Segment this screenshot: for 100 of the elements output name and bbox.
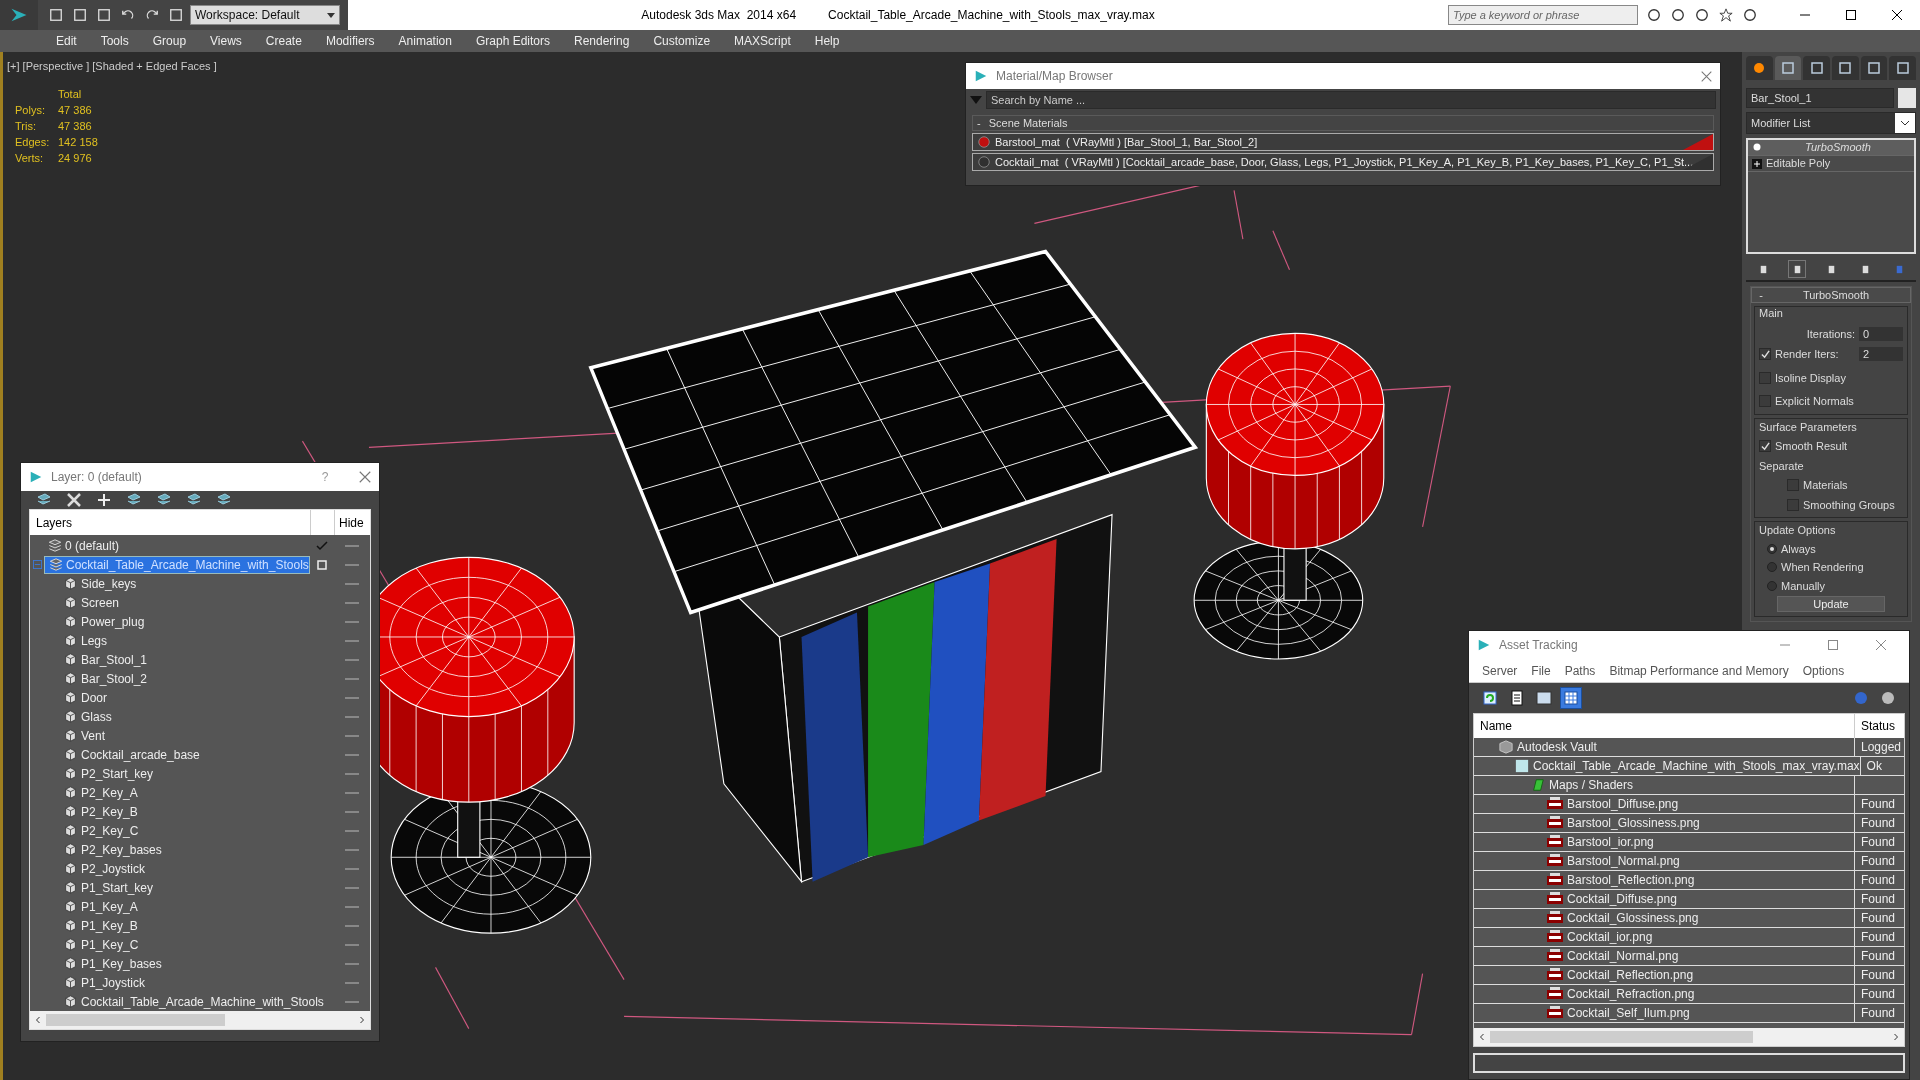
- object-row[interactable]: Screen: [30, 593, 334, 612]
- object-row[interactable]: Legs: [30, 631, 334, 650]
- option-checkbox[interactable]: [1787, 498, 1799, 511]
- iterations-spinner[interactable]: 0: [1859, 326, 1903, 341]
- object-row[interactable]: P2_Start_key: [30, 764, 334, 783]
- object-icon: [64, 824, 77, 837]
- object-row[interactable]: P2_Joystick: [30, 859, 334, 878]
- object-row[interactable]: P1_Start_key: [30, 878, 334, 897]
- add-icon[interactable]: [95, 491, 113, 509]
- menu-item[interactable]: MAXScript: [722, 30, 803, 52]
- update-button[interactable]: Update: [1777, 596, 1885, 612]
- layer-row[interactable]: 0 (default): [44, 536, 310, 555]
- render-iters-checkbox[interactable]: [1759, 348, 1771, 361]
- object-row[interactable]: Side_keys: [30, 574, 334, 593]
- object-row[interactable]: P1_Joystick: [30, 973, 334, 992]
- menu-item[interactable]: Rendering: [562, 30, 642, 52]
- object-row[interactable]: Vent: [30, 726, 334, 745]
- column-header[interactable]: Status: [1854, 714, 1904, 738]
- object-row[interactable]: Power_plug: [30, 612, 334, 631]
- search-field[interactable]: Type a keyword or phrase: [1448, 5, 1638, 25]
- object-icon: [64, 957, 77, 970]
- rollout-header[interactable]: - TurboSmooth: [1751, 287, 1911, 303]
- option-checkbox[interactable]: [1759, 395, 1771, 408]
- scrollbar-thumb[interactable]: [1490, 1031, 1753, 1043]
- object-row[interactable]: P2_Key_C: [30, 821, 334, 840]
- stat-value: 47 386: [58, 103, 92, 118]
- app-menu-button[interactable]: [0, 0, 38, 30]
- object-row[interactable]: Bar_Stool_2: [30, 669, 334, 688]
- menu-item[interactable]: Options: [1795, 661, 1852, 680]
- maps-icon: [1531, 778, 1545, 792]
- option-label: Manually: [1781, 578, 1826, 594]
- object-name-field[interactable]: Bar_Stool_1: [1746, 88, 1894, 108]
- square-icon[interactable]: [317, 559, 327, 570]
- object-row[interactable]: Glass: [30, 707, 334, 726]
- modifier-list-dropdown[interactable]: Modifier List: [1746, 112, 1916, 134]
- object-row[interactable]: Cocktail_Table_Arcade_Machine_with_Stools: [30, 992, 334, 1011]
- delete-icon[interactable]: [65, 491, 83, 509]
- png-file-icon: [1547, 968, 1563, 982]
- object-row[interactable]: P2_Key_bases: [30, 840, 334, 859]
- object-row[interactable]: P1_Key_B: [30, 916, 334, 935]
- material-label: Cocktail_mat ( VRayMtl ) [Cocktail_arcade_base, Door, Glass, Legs, P1_Joystick, P1_Key_A, P1_Key_B, P1_Key_bases, P1_Key_C, P1_St...: [995, 154, 1694, 170]
- radio-button[interactable]: [1767, 580, 1777, 591]
- object-row[interactable]: P1_Key_C: [30, 935, 334, 954]
- layer-row[interactable]: Cocktail_Table_Arcade_Machine_with_Stools: [44, 555, 310, 574]
- stat-label: Polys:: [15, 103, 46, 118]
- option-checkbox[interactable]: [1787, 479, 1799, 492]
- option-checkbox[interactable]: [1759, 371, 1771, 384]
- modifier-stack-item[interactable]: TurboSmooth: [1748, 140, 1914, 156]
- search-field[interactable]: Search by Name ...: [986, 91, 1716, 109]
- smooth-result-checkbox[interactable]: [1759, 440, 1771, 453]
- object-color-swatch[interactable]: [1898, 88, 1916, 108]
- png-file-icon: [1547, 1006, 1563, 1020]
- radio-button[interactable]: [1767, 543, 1777, 554]
- modifier-stack-item[interactable]: Editable Poly: [1748, 156, 1914, 172]
- current-layer-checkmark-icon[interactable]: [316, 540, 328, 551]
- column-header[interactable]: Hide: [334, 510, 370, 535]
- menu-item[interactable]: Modifiers: [313, 30, 387, 52]
- workspace-dropdown[interactable]: Workspace: Default: [190, 5, 340, 25]
- stat-value: 47 386: [58, 119, 92, 134]
- menu-item[interactable]: File: [1524, 661, 1558, 680]
- object-icon: [64, 596, 77, 609]
- status-text: Found: [1861, 872, 1896, 889]
- menu-item[interactable]: Server: [1475, 661, 1525, 680]
- material-row[interactable]: Cocktail_mat ( VRayMtl ) [Cocktail_arcade_base, Door, Glass, Legs, P1_Joystick, P1_Key_A, P1_Key_B, P1_Key_bases, P1_Key_C, P1_St...: [972, 153, 1714, 171]
- menu-item[interactable]: Help: [802, 30, 852, 52]
- object-row[interactable]: Door: [30, 688, 334, 707]
- material-row[interactable]: Barstool_mat ( VRayMtl ) [Bar_Stool_1, Bar_Stool_2]: [972, 133, 1714, 151]
- chevron-down-icon: [1900, 120, 1910, 126]
- app-logo-icon: [974, 69, 988, 83]
- object-icon: [64, 805, 77, 818]
- object-row[interactable]: P2_Key_A: [30, 783, 334, 802]
- menu-item[interactable]: Edit: [44, 30, 89, 52]
- menu-item[interactable]: Create: [253, 30, 314, 52]
- menu-item[interactable]: Views: [198, 30, 254, 52]
- object-row[interactable]: P1_Key_bases: [30, 954, 334, 973]
- object-icon: [64, 748, 77, 761]
- column-header[interactable]: Layers: [30, 513, 310, 532]
- status-text: Found: [1861, 929, 1896, 946]
- render-iters-spinner[interactable]: 2: [1859, 347, 1903, 362]
- scene-file-icon: [1515, 759, 1529, 773]
- scrollbar-thumb[interactable]: [46, 1014, 225, 1026]
- group-header[interactable]: - Scene Materials: [972, 115, 1714, 131]
- object-row[interactable]: Cocktail_arcade_base: [30, 745, 334, 764]
- star-icon[interactable]: [1718, 7, 1734, 23]
- menu-item[interactable]: Group: [140, 30, 199, 52]
- table-view-icon[interactable]: [1560, 687, 1582, 709]
- object-row[interactable]: Bar_Stool_1: [30, 650, 334, 669]
- menu-item[interactable]: Animation: [386, 30, 464, 52]
- viewport-label[interactable]: [+] [Perspective ] [Shaded + Edged Faces ]: [7, 58, 217, 75]
- object-row[interactable]: P1_Key_A: [30, 897, 334, 916]
- menu-item[interactable]: Tools: [88, 30, 141, 52]
- menu-item[interactable]: Customize: [641, 30, 723, 52]
- object-row[interactable]: P2_Key_B: [30, 802, 334, 821]
- close-icon: [359, 471, 371, 483]
- sphere-icon: [977, 155, 991, 169]
- radio-button[interactable]: [1767, 562, 1777, 573]
- sun-icon[interactable]: [1746, 56, 1773, 80]
- menu-item[interactable]: Paths: [1557, 661, 1603, 680]
- menu-item[interactable]: Graph Editors: [463, 30, 562, 52]
- guide-line: [434, 966, 470, 1030]
